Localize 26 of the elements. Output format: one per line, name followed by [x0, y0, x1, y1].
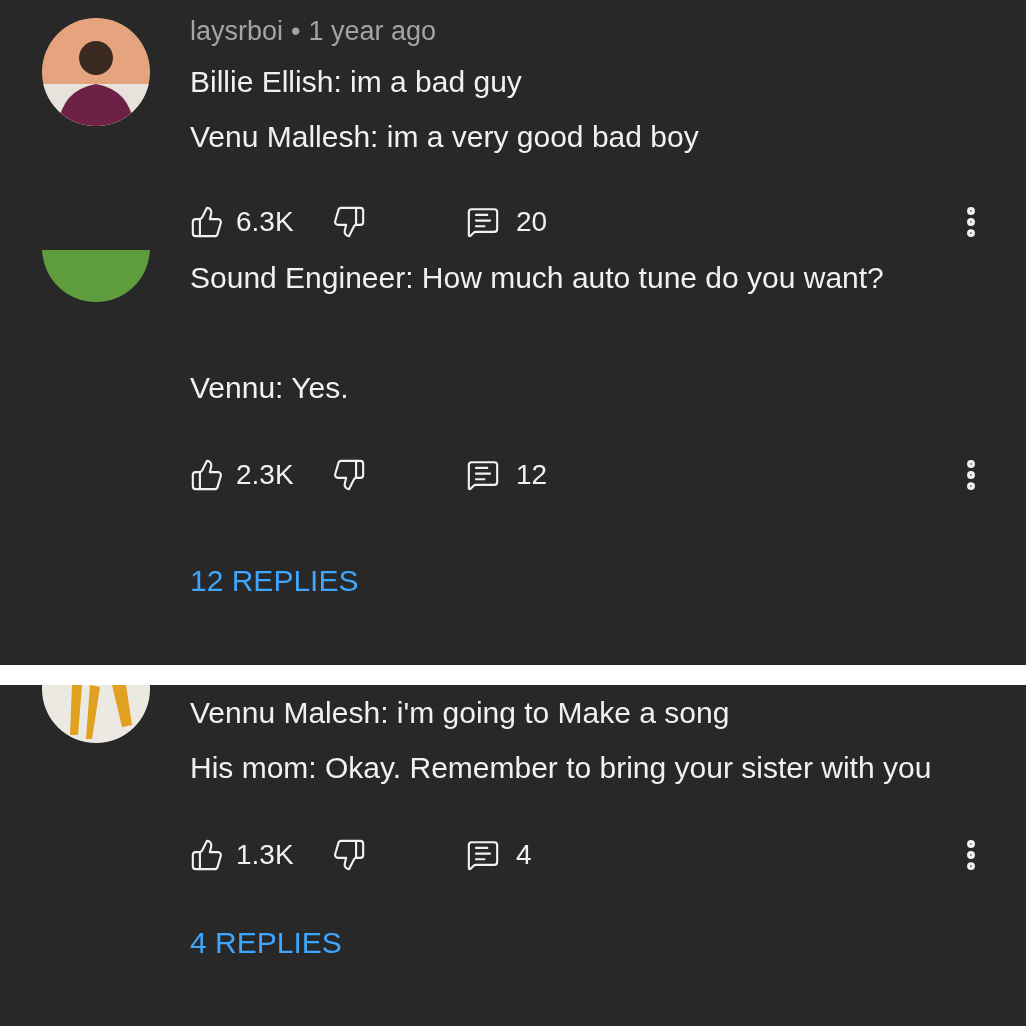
- comment-text: Vennu: Yes.: [190, 370, 350, 406]
- comment-text: Venu Mallesh: im a very good bad boy: [190, 119, 700, 155]
- comment-text: Billie Ellish: im a bad guy: [190, 64, 523, 100]
- comment-icon[interactable]: [466, 458, 500, 492]
- comment-text: Vennu Malesh: i'm going to Make a song: [190, 695, 731, 731]
- replies-link[interactable]: 4 REPLIES: [190, 925, 342, 961]
- reply-count: 20: [516, 205, 548, 239]
- like-count: 2.3K: [236, 458, 295, 492]
- comment-text: His mom: Okay. Remember to bring your sister with you: [190, 750, 933, 786]
- dislike-icon[interactable]: [332, 205, 366, 239]
- dislike-icon[interactable]: [332, 458, 366, 492]
- like-count: 6.3K: [236, 205, 295, 239]
- author-name[interactable]: laysrboi: [190, 8, 284, 54]
- comment-text: Sound Engineer: How much auto tune do you want?: [190, 260, 885, 296]
- like-icon[interactable]: [190, 838, 224, 872]
- like-count: 1.3K: [236, 838, 295, 872]
- replies-link[interactable]: 12 REPLIES: [190, 563, 359, 599]
- separator-dot: •: [291, 15, 301, 48]
- comment-icon[interactable]: [466, 838, 500, 872]
- reply-count: 4: [516, 838, 532, 872]
- comment-time: 1 year ago: [308, 15, 437, 48]
- reply-count: 12: [516, 458, 548, 492]
- like-icon[interactable]: [190, 458, 224, 492]
- dislike-icon[interactable]: [332, 838, 366, 872]
- comment-icon[interactable]: [466, 205, 500, 239]
- like-icon[interactable]: [190, 205, 224, 239]
